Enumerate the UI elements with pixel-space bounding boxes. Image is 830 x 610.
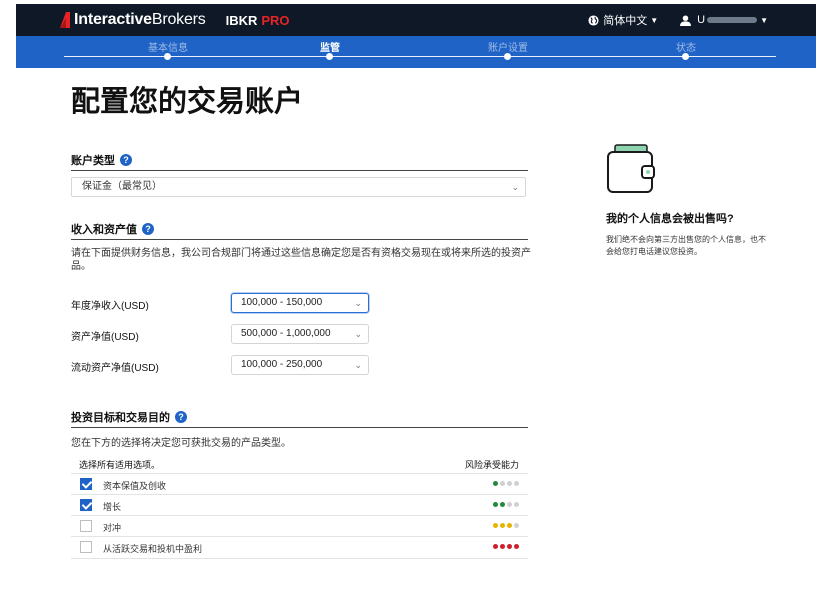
privacy-title: 我的个人信息会被出售吗? [606,213,734,225]
objective-label: 从活跃交易和投机中盈利 [103,544,203,554]
help-icon[interactable]: ? [142,223,154,235]
risk-dot [514,544,519,549]
ib-logo[interactable]: Interactive Brokers [60,11,206,29]
risk-dot [493,544,498,549]
logo-mark-icon [60,12,70,28]
product-name: IBKR [225,12,258,28]
risk-dot [500,481,505,486]
risk-dot [507,502,512,507]
account-type-label: 账户类型 [71,155,115,167]
table-row[interactable]: 增长 [71,494,528,516]
objective-checkbox[interactable] [80,478,92,490]
logo-text-bold: Interactive [74,11,152,28]
step-dot [326,53,333,60]
net-worth-value: 500,000 - 1,000,000 [241,328,331,339]
chevron-down-icon: ⌄ [511,182,519,192]
divider [71,239,528,240]
table-row[interactable]: 资本保值及创收 [71,473,528,495]
liquid-net-worth-select[interactable]: 100,000 - 250,000 ⌄ [231,355,369,375]
language-selector[interactable]: 简体中文 ▼ [588,12,658,28]
risk-dots [491,544,519,549]
objective-label: 对冲 [103,523,122,533]
annual-income-select[interactable]: 100,000 - 150,000 ⌄ [231,293,369,313]
chevron-down-icon: ⌄ [354,360,362,370]
net-worth-select[interactable]: 500,000 - 1,000,000 ⌄ [231,324,369,344]
account-type-select[interactable]: 保证金（最常见） ⌄ [71,177,526,197]
objectives-heading: 投资目标和交易目的 ? [71,409,187,425]
chevron-down-icon: ▼ [760,15,768,25]
risk-dot [500,544,505,549]
step-status: 状态 [676,43,696,54]
income-label: 收入和资产值 [71,224,137,236]
user-menu[interactable]: U ▼ [680,14,768,26]
objectives-label: 投资目标和交易目的 [71,412,170,424]
risk-dot [500,502,505,507]
objective-label: 增长 [103,502,122,512]
liquid-net-worth-label: 流动资产净值(USD) [71,363,159,374]
help-icon[interactable]: ? [175,411,187,423]
globe-icon [588,14,599,26]
top-nav-bar: Interactive Brokers IBKR PRO 简体中文 ▼ U ▼ [16,4,816,36]
help-icon[interactable]: ? [120,154,132,166]
risk-dot [507,523,512,528]
annual-income-label: 年度净收入(USD) [71,301,149,312]
privacy-text: 我们绝不会向第三方出售您的个人信息，也不会给您打电话建议您投资。 [606,235,766,256]
user-id-prefix: U [697,14,706,26]
income-heading: 收入和资产值 ? [71,221,154,237]
risk-dot [514,481,519,486]
step-regulatory: 监管 [320,43,340,54]
liquid-net-worth-value: 100,000 - 250,000 [241,359,323,370]
product-suffix: PRO [261,12,290,28]
masked-username [707,17,758,23]
risk-tolerance-header: 风险承受能力 [464,460,519,470]
objectives-description: 您在下方的选择将决定您可获批交易的产品类型。 [71,438,291,449]
chevron-down-icon: ▼ [650,15,659,25]
objective-checkbox[interactable] [80,541,92,553]
step-dot [682,53,689,60]
account-type-value: 保证金（最常见） [82,181,162,192]
table-row[interactable]: 对冲 [71,515,528,537]
risk-dot [493,523,498,528]
divider [71,170,528,171]
objective-label: 资本保值及创收 [103,481,167,491]
objective-checkbox[interactable] [80,520,92,532]
risk-dot [507,481,512,486]
wallet-icon [607,144,655,193]
net-worth-label: 资产净值(USD) [71,332,139,343]
chevron-down-icon: ⌄ [354,298,362,308]
annual-income-value: 100,000 - 150,000 [241,297,323,308]
objective-checkbox[interactable] [80,499,92,511]
risk-dots [491,481,519,486]
table-row[interactable]: 从活跃交易和投机中盈利 [71,536,528,559]
account-type-heading: 账户类型 ? [71,152,132,168]
risk-dot [514,502,519,507]
step-dot [164,53,171,60]
language-label: 简体中文 [603,15,648,27]
risk-dots [491,523,519,528]
risk-dot [514,523,519,528]
chevron-down-icon: ⌄ [354,329,362,339]
risk-dots [491,502,519,507]
logo-text-light: Brokers [151,11,206,28]
income-description: 请在下面提供财务信息，我公司合规部门将通过这些信息确定您是否有资格交易现在或将来… [71,248,531,272]
objectives-table-header: 选择所有适用选项。 风险承受能力 [71,455,528,473]
user-icon [680,14,692,26]
step-account-settings: 账户设置 [488,43,528,54]
risk-dot [500,523,505,528]
progress-stepper: 基本信息 监管 账户设置 状态 [16,36,816,68]
step-dot [504,53,511,60]
page-title: 配置您的交易账户 [71,84,304,118]
divider [71,427,528,428]
risk-dot [493,481,498,486]
step-basic-info: 基本信息 [148,43,188,54]
risk-dot [507,544,512,549]
select-all-header: 选择所有适用选项。 [79,460,161,470]
risk-dot [493,502,498,507]
